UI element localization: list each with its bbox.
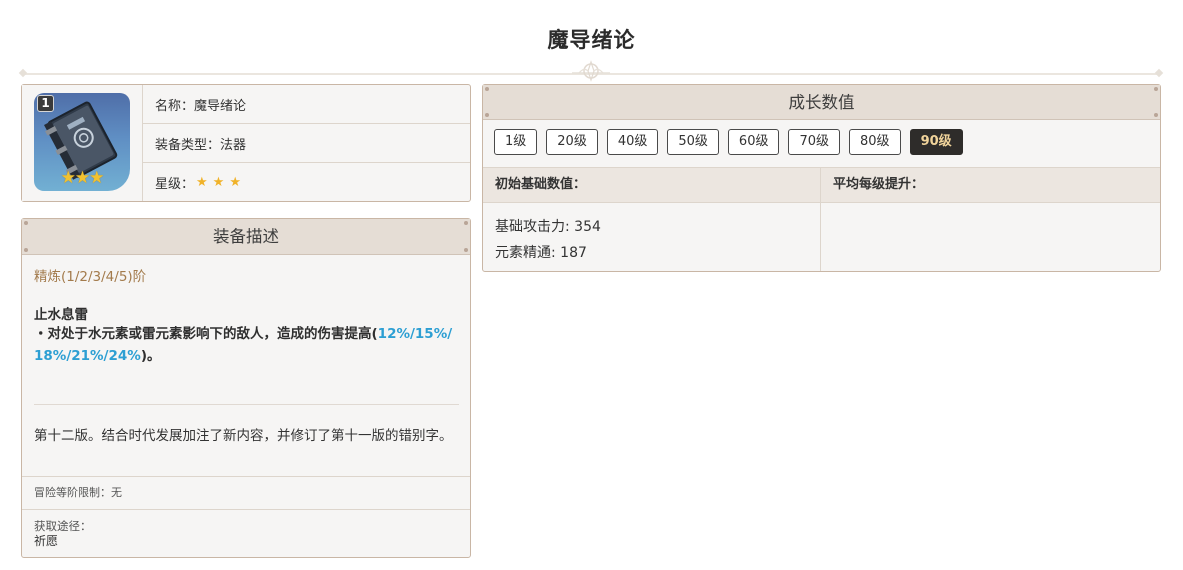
page-title: 魔导绪论 xyxy=(547,28,636,52)
elemental-mastery-stat: 元素精通: 187 xyxy=(495,245,587,261)
stats-body-row: 基础攻击力: 354 元素精通: 187 xyxy=(483,203,1160,271)
level-tab-90[interactable]: 90级 xyxy=(909,129,963,155)
level-tab-1[interactable]: 1级 xyxy=(494,129,538,155)
passive-name: 止水息雷 xyxy=(34,307,88,323)
divider-end-right xyxy=(1154,68,1164,78)
growth-header-label: 成长数值 xyxy=(788,93,855,112)
source-label: 获取途径： xyxy=(34,519,92,533)
growth-per-level-header: 平均每级提升： xyxy=(833,177,925,192)
level-tab-60[interactable]: 60级 xyxy=(727,129,780,155)
source-row: 获取途径： 祈愿 xyxy=(22,509,470,557)
growth-panel: 成长数值 1级 20级 40级 50级 60级 70级 80级 90级 初始基础… xyxy=(482,84,1161,272)
lore-text: 第十二版。结合时代发展加注了新内容，并修订了第十一版的错别字。 xyxy=(34,428,453,444)
star-icon: ★★★ xyxy=(196,174,246,190)
description-header-label: 装备描述 xyxy=(213,227,279,246)
passive-text-suffix: )。 xyxy=(140,348,161,364)
icon-rarity-stars: ★★★ xyxy=(60,168,105,188)
weapon-icon-cell: 1 ★★★ xyxy=(22,85,143,201)
level-tab-70[interactable]: 70级 xyxy=(788,129,841,155)
level-tab-50[interactable]: 50级 xyxy=(667,129,719,155)
description-panel: 装备描述 精炼(1/2/3/4/5)阶 止水息雷 ・对处于水元素或雷元素影响下的… xyxy=(21,218,471,558)
divider-end-left xyxy=(18,68,28,78)
name-row: 名称： 魔导绪论 xyxy=(143,85,470,124)
name-value: 魔导绪论 xyxy=(194,98,247,114)
refinement-range: 精炼(1/2/3/4/5)阶 xyxy=(34,269,147,285)
rarity-label: 星级： xyxy=(155,176,195,192)
adventure-rank-limit: 冒险等阶限制：无 xyxy=(22,476,470,509)
weapon-info-card: 1 ★★★ 名称： 魔导绪论 装备类型： 法器 星级： ★★★ xyxy=(21,84,471,202)
name-label: 名称： xyxy=(155,98,195,114)
base-stats-header: 初始基础数值： xyxy=(483,168,821,202)
level-tab-80[interactable]: 80级 xyxy=(849,129,901,155)
ornament-icon xyxy=(572,60,610,82)
description-header: 装备描述 xyxy=(22,219,470,255)
base-attack-stat: 基础攻击力: 354 xyxy=(495,219,601,235)
level-tab-20[interactable]: 20级 xyxy=(546,129,598,155)
rarity-row: 星级： ★★★ xyxy=(143,163,470,201)
level-tabs: 1级 20级 40级 50级 60级 70级 80级 90级 xyxy=(494,129,963,155)
weapon-icon[interactable]: 1 ★★★ xyxy=(34,93,130,191)
stats-header-row: 初始基础数值： 平均每级提升： xyxy=(483,167,1160,203)
growth-header: 成长数值 xyxy=(483,85,1160,120)
level-tab-40[interactable]: 40级 xyxy=(606,129,659,155)
base-stats-cell: 基础攻击力: 354 元素精通: 187 xyxy=(483,203,821,271)
source-value: 祈愿 xyxy=(34,534,59,548)
type-row: 装备类型： 法器 xyxy=(143,124,470,163)
passive-text-prefix: ・对处于水元素或雷元素影响下的敌人，造成的伤害提高( xyxy=(34,326,378,342)
refinement-badge: 1 xyxy=(37,95,54,112)
passive-description: ・对处于水元素或雷元素影响下的敌人，造成的伤害提高(12%/15%/18%/21… xyxy=(34,323,458,367)
type-value: 法器 xyxy=(220,137,247,153)
type-label: 装备类型： xyxy=(155,137,221,153)
description-divider xyxy=(34,404,459,405)
info-rows: 名称： 魔导绪论 装备类型： 法器 星级： ★★★ xyxy=(143,85,470,201)
